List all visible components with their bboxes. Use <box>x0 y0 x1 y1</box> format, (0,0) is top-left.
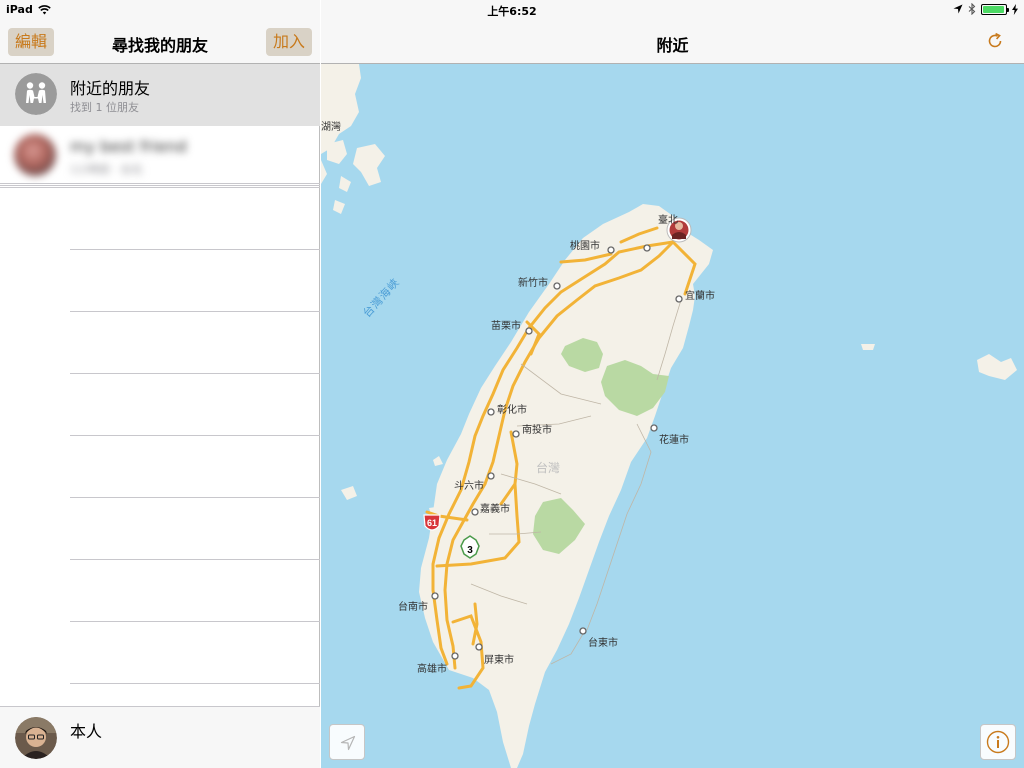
empty-row-divider <box>70 497 320 498</box>
charging-icon <box>1012 3 1018 15</box>
list-divider <box>0 183 320 184</box>
nearby-friends-title: 附近的朋友 <box>70 79 151 98</box>
route-61-label: 61 <box>427 518 437 528</box>
empty-row-divider <box>70 249 320 250</box>
friend-detail: 1小時前 · 台北 <box>70 163 143 176</box>
add-button[interactable]: 加入 <box>266 28 313 56</box>
location-arrow-icon <box>340 735 356 751</box>
my-avatar <box>15 717 57 759</box>
map-label-changhua: 彰化市 <box>497 405 527 416</box>
map-label-penghu: 湖灣 <box>321 122 341 133</box>
me-row[interactable]: 本人 <box>0 706 320 768</box>
route-3-label: 3 <box>467 545 473 556</box>
map-view[interactable]: 61 3 湖灣 臺北 桃園市 新竹市 宜蘭市 苗栗市 彰化市 南投市 花蓮市 台… <box>321 64 1024 768</box>
people-icon <box>15 73 57 115</box>
bluetooth-icon <box>968 3 976 15</box>
map-label-hsinchu: 新竹市 <box>518 278 548 289</box>
map-info-button[interactable] <box>980 724 1016 760</box>
map-label-miaoli: 苗栗市 <box>491 321 521 332</box>
friend-avatar <box>14 134 56 176</box>
map-label-taipei: 臺北 <box>658 215 678 226</box>
map-label-yilan: 宜蘭市 <box>685 291 715 302</box>
empty-row-divider <box>70 559 320 560</box>
current-location-button[interactable] <box>329 724 365 760</box>
friends-sidebar: 編輯 尋找我的朋友 加入 附近的朋友 找到 1 位朋友 my best frie… <box>0 0 320 768</box>
nearby-friends-count: 找到 1 位朋友 <box>70 101 139 114</box>
route-3-shield: 3 <box>460 535 480 559</box>
map-label-taitung: 台東市 <box>588 638 618 649</box>
clock: 上午6:52 <box>487 5 537 18</box>
map-panel: 附近 61 3 湖灣 臺北 桃園市 新竹市 宜蘭市 苗栗市 彰化市 南投市 花蓮… <box>321 0 1024 768</box>
map-title: 附近 <box>656 36 689 55</box>
info-icon <box>986 730 1010 754</box>
empty-row-divider <box>70 435 320 436</box>
battery-icon <box>981 3 1009 15</box>
friend-name: my best friend <box>70 137 187 156</box>
me-label: 本人 <box>70 722 103 741</box>
map-label-chiayi: 嘉義市 <box>480 504 510 515</box>
empty-row-divider <box>70 373 320 374</box>
empty-row-divider <box>70 683 320 684</box>
status-bar: iPad 上午6:52 <box>0 0 1024 20</box>
map-label-taiwan: 台灣 <box>536 461 561 475</box>
list-divider <box>0 187 320 188</box>
map-label-kaohsiung: 高雄市 <box>417 664 447 675</box>
refresh-icon[interactable] <box>986 32 1004 50</box>
route-61-shield: 61 <box>423 514 441 531</box>
map-label-taoyuan: 桃園市 <box>570 241 600 252</box>
map-label-douliu: 斗六市 <box>454 481 484 492</box>
empty-row-divider <box>70 621 320 622</box>
location-arrow-icon <box>953 4 963 14</box>
nearby-friends-row[interactable]: 附近的朋友 找到 1 位朋友 <box>0 64 320 126</box>
map-label-hualien: 花蓮市 <box>659 435 689 446</box>
empty-row-divider <box>70 311 320 312</box>
friend-row[interactable]: my best friend 1小時前 · 台北 <box>0 126 320 186</box>
map-label-nantou: 南投市 <box>522 425 552 436</box>
map-label-pingtung: 屏東市 <box>484 655 514 666</box>
map-label-tainan: 台南市 <box>398 602 428 613</box>
